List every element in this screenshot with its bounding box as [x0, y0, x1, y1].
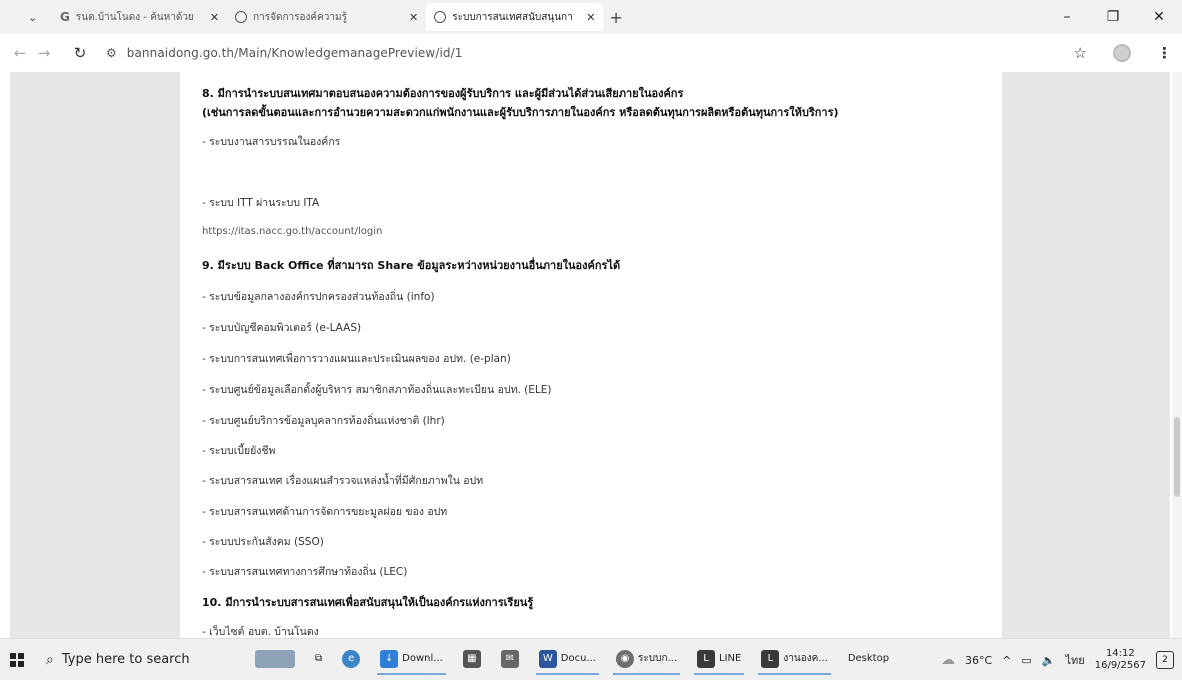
line-icon: L — [697, 649, 716, 668]
page-scrollbar[interactable] — [1172, 72, 1182, 638]
desktop-toolbar[interactable]: Desktop — [845, 645, 892, 675]
globe-icon — [235, 11, 248, 23]
browser-tab-3-active[interactable]: ระบบการสนเทศสนับสนุนการบริหาร ✕ — [426, 3, 604, 31]
taskbar-app-line[interactable]: L LINE — [694, 645, 745, 675]
volume-icon[interactable]: 🔈 — [1042, 654, 1056, 667]
list-item: - ระบบเบี้ยยังชีพ — [202, 445, 276, 457]
address-bar-url[interactable]: bannaidong.go.th/Main/KnowledgemanagePre… — [127, 46, 463, 60]
section-heading: 8. มีการนำระบบสนเทศมาตอบสนองความต้องการข… — [202, 87, 684, 100]
taskbar-app-label: Downl... — [402, 653, 443, 664]
globe-icon — [434, 11, 447, 23]
browser-tab-1[interactable]: G รนต.บ้านโนดง - ค้นหาด้วย Google ✕ — [52, 3, 227, 31]
tab-search-icon[interactable]: ⌄ — [28, 11, 52, 24]
more-menu-icon[interactable]: ⋮ — [1157, 44, 1172, 62]
section-heading: 10. มีการนำระบบสารสนเทศเพื่อสนับสนุนให้เ… — [202, 596, 534, 609]
browser-tab-2[interactable]: การจัดการองค์ความรู้ ✕ — [227, 3, 426, 31]
list-item: - ระบบศูนย์ข้อมูลเลือกตั้งผู้บริหาร สมาช… — [202, 384, 552, 396]
itas-link[interactable]: https://itas.nacc.go.th/account/login — [202, 226, 382, 237]
list-item: - ระบบข้อมูลกลางองค์กรปกครองส่วนท้องถิ่น… — [202, 291, 435, 303]
section-heading: 9. มีระบบ Back Office ที่สามารถ Share ข้… — [202, 259, 621, 272]
envelope-icon: ✉ — [500, 649, 519, 668]
windows-start-icon[interactable] — [10, 652, 24, 667]
news-widget-icon — [255, 649, 295, 668]
minimize-icon[interactable]: – — [1044, 9, 1090, 25]
edge-icon[interactable]: e — [339, 645, 363, 675]
store-icon[interactable]: ▦ — [460, 645, 484, 675]
widgets-icon[interactable] — [252, 645, 298, 675]
search-icon: ⌕ — [46, 651, 54, 668]
weather-icon[interactable]: ☁ — [941, 652, 955, 668]
chrome-icon: ◉ — [616, 649, 634, 668]
left-margin-panel — [10, 72, 180, 638]
taskbar-app-label: LINE — [719, 653, 742, 664]
network-icon[interactable]: ▭ — [1021, 654, 1031, 667]
line-icon: L — [761, 649, 780, 668]
close-window-icon[interactable]: ✕ — [1136, 9, 1182, 25]
word-icon: W — [538, 649, 557, 668]
list-item: - ระบบงานสารบรรณในองค์กร — [202, 136, 341, 148]
bookmark-star-icon[interactable]: ☆ — [1074, 44, 1087, 62]
taskbar-search-box[interactable]: ⌕ Type here to search — [46, 652, 246, 668]
weather-temperature[interactable]: 36°C — [965, 654, 992, 667]
list-item: - ระบบสารสนเทศทางการศึกษาท้องถิ่น (LEC) — [202, 566, 408, 578]
taskbar-app-word[interactable]: W Docu... — [535, 645, 599, 675]
browser-tab-strip: ⌄ G รนต.บ้านโนดง - ค้นหาด้วย Google ✕ กา… — [0, 0, 1182, 34]
site-settings-icon[interactable]: ⚙ — [106, 46, 117, 60]
taskbar-clock[interactable]: 14:12 16/9/2567 — [1095, 648, 1146, 672]
clock-date: 16/9/2567 — [1094, 660, 1146, 671]
download-icon: ↓ — [380, 649, 399, 668]
chevron-up-icon[interactable]: ^ — [1002, 654, 1011, 667]
list-item: - ระบบสารสนเทศ เรื่องแผนสำรวจแหล่งน้ำที่… — [202, 475, 484, 487]
list-item: - ระบบสารสนเทศด้านการจัดการขยะมูลฝอย ของ… — [202, 506, 448, 518]
task-view-icon[interactable]: ⧉ — [312, 645, 325, 675]
system-tray: ☁ 36°C ^ ▭ 🔈 ไทย 14:12 16/9/2567 2 — [941, 639, 1174, 680]
input-language[interactable]: ไทย — [1065, 651, 1084, 669]
list-item: - ระบบบัญชีคอมพิวเตอร์ (e-LAAS) — [202, 322, 362, 334]
taskbar-search-placeholder: Type here to search — [61, 652, 190, 667]
reload-icon[interactable]: ↻ — [68, 44, 92, 62]
clock-time: 14:12 — [1105, 648, 1135, 659]
restore-icon[interactable]: ❐ — [1090, 9, 1136, 25]
list-item[interactable]: - เว็บไซต์ อบต. บ้านโนดง — [202, 623, 319, 638]
forward-icon[interactable]: → — [32, 44, 56, 62]
profile-avatar-icon[interactable] — [1113, 44, 1131, 62]
edge-browser-icon: e — [342, 649, 361, 668]
taskbar-app-downloads[interactable]: ↓ Downl... — [377, 645, 446, 675]
tab-close-icon[interactable]: ✕ — [586, 11, 595, 24]
taskbar-app-line-2[interactable]: L งานองค... — [758, 645, 831, 675]
back-icon[interactable]: ← — [8, 44, 32, 62]
taskbar-app-label: ระบบก... — [638, 653, 678, 664]
taskbar-app-label: Docu... — [560, 653, 596, 664]
page-content: 8. มีการนำระบบสนเทศมาตอบสนองความต้องการข… — [202, 72, 992, 638]
list-item: - ระบบประกันสังคม (SSO) — [202, 536, 324, 548]
scrollbar-thumb[interactable] — [1174, 417, 1180, 497]
tab-label: รนต.บ้านโนดง - ค้นหาด้วย Google — [75, 11, 196, 23]
windows-taskbar: ⌕ Type here to search ⧉ e ↓ Downl... ▦ ✉… — [0, 638, 1182, 680]
taskbar-app-label: งานองค... — [783, 653, 828, 664]
tab-close-icon[interactable]: ✕ — [210, 11, 219, 24]
right-margin-panel — [1002, 72, 1170, 638]
new-tab-icon[interactable]: + — [609, 8, 622, 27]
taskbar-app-chrome[interactable]: ◉ ระบบก... — [613, 645, 681, 675]
browser-toolbar: ← → ↻ ⚙ bannaidong.go.th/Main/Knowledgem… — [0, 34, 1182, 72]
web-page: 8. มีการนำระบบสนเทศมาตอบสนองความต้องการข… — [0, 72, 1182, 638]
list-item: - ระบบการสนเทศเพื่อการวางแผนและประเมินผล… — [202, 353, 511, 365]
desktop-label: Desktop — [847, 653, 890, 664]
list-item: - ระบบ ITT ผ่านระบบ ITA — [202, 197, 320, 209]
tab-close-icon[interactable]: ✕ — [409, 11, 418, 24]
list-item: - ระบบศูนย์บริการข้อมูลบุคลากรท้องถิ่นแห… — [202, 415, 445, 427]
window-controls: – ❐ ✕ — [1044, 0, 1182, 34]
calendar-icon: ▦ — [462, 649, 481, 668]
google-icon: G — [60, 10, 70, 24]
section-heading: (เช่นการลดขั้นตอนและการอำนวยความสะดวกแก่… — [202, 106, 839, 119]
tab-label: การจัดการองค์ความรู้ — [253, 11, 347, 23]
notification-icon[interactable]: 2 — [1156, 651, 1174, 669]
toolbar-right: ☆ ⋮ — [1074, 34, 1172, 72]
mail-icon[interactable]: ✉ — [498, 645, 522, 675]
tab-label: ระบบการสนเทศสนับสนุนการบริหาร — [452, 11, 573, 23]
